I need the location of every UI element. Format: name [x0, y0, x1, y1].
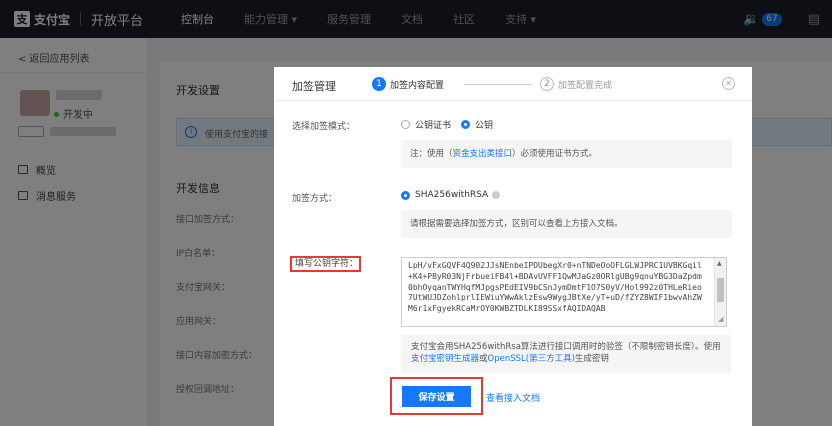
tip-prefix: 支付宝会用SHA256withRsa算法进行接口调用时的验签（不限制密钥长度）。… [411, 342, 721, 352]
sign-mode-options: 公钥证书 公钥 [401, 118, 503, 131]
sign-mode-note: 注：使用（资金支出类接口）必须使用证书方式。 [401, 140, 732, 168]
radio-on-icon [401, 190, 410, 200]
modal-title: 加签管理 [292, 80, 336, 93]
radio-off-icon [401, 120, 410, 129]
step-1: 1 加签内容配置 [372, 77, 444, 91]
radio-cert[interactable]: 公钥证书 [401, 118, 451, 131]
scroll-up-icon[interactable]: ▲ [717, 260, 722, 267]
close-icon[interactable]: ✕ [722, 77, 735, 90]
modal-header-divider [274, 100, 752, 101]
public-key-label: 填写公钥字符： [290, 256, 361, 272]
sign-mode-label: 选择加签模式： [292, 122, 356, 132]
sign-method-note: 请根据需要选择加签方式，区别可以查看上方接入文档。 [401, 210, 732, 238]
radio-on-icon [461, 120, 471, 129]
sign-management-modal: 加签管理 1 加签内容配置 2 加签配置完成 ✕ 选择加签模式： 公钥证书 公钥… [274, 67, 752, 426]
radio-public-key-label: 公钥 [475, 121, 494, 131]
scroll-thumb[interactable] [717, 278, 724, 302]
key-tip-note: 支付宝会用SHA256withRsa算法进行接口调用时的验签（不限制密钥长度）。… [401, 335, 731, 373]
step-2-number: 2 [540, 77, 554, 91]
sign-method-option[interactable]: SHA256withRSA [401, 190, 501, 200]
tip-mid: 或 [479, 354, 488, 364]
resize-grip-icon[interactable]: ◢ [718, 315, 723, 323]
save-settings-button[interactable]: 保存设置 [402, 386, 471, 407]
save-highlight: 保存设置 [390, 377, 483, 415]
step-2-label: 加签配置完成 [558, 80, 613, 91]
tip-suffix: 生成密钥 [574, 354, 609, 364]
radio-cert-label: 公钥证书 [415, 121, 452, 131]
public-key-input[interactable]: LpH/vFxGQVF4Q902JJsNEnbeIPDUbegXr0+nTNDe… [401, 257, 727, 327]
public-key-scrollbar[interactable]: ▲ ◢ [714, 258, 726, 326]
sign-method-value: SHA256withRSA [415, 190, 489, 200]
key-generator-link[interactable]: 支付宝密钥生成器 [411, 354, 479, 364]
note-prefix: 注：使用（ [410, 149, 453, 159]
sign-method-label: 加签方式： [292, 194, 338, 204]
step-connector [464, 84, 532, 85]
note-suffix: ）必须使用证书方式。 [512, 149, 598, 159]
step-2: 2 加签配置完成 [540, 77, 612, 91]
step-1-label: 加签内容配置 [390, 80, 445, 91]
radio-public-key[interactable]: 公钥 [461, 118, 493, 131]
view-docs-link[interactable]: 查看接入文档 [486, 391, 540, 404]
step-1-number: 1 [372, 77, 386, 91]
fund-api-link[interactable]: 资金支出类接口 [453, 149, 513, 159]
help-icon[interactable] [492, 191, 501, 199]
openssl-link[interactable]: OpenSSL(第三方工具) [488, 354, 575, 364]
